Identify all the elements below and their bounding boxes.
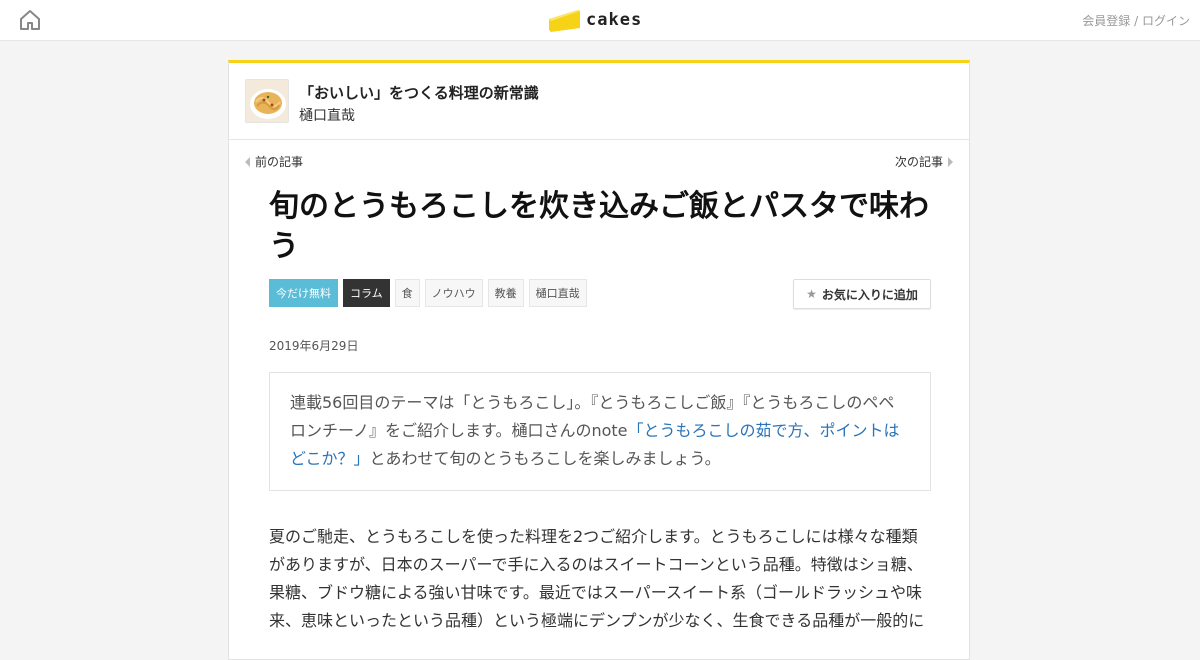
article-card: 「おいしい」をつくる料理の新常識 樋口直哉 前の記事 次の記事 旬のとうもろこし… [228, 60, 970, 660]
lead-box: 連載56回目のテーマは「とうもろこし」。『とうもろこしご飯』『とうもろこしのペペ… [269, 372, 931, 491]
prev-article-link[interactable]: 前の記事 [245, 153, 303, 170]
chevron-right-icon [948, 156, 953, 167]
favorite-label: お気に入りに追加 [821, 287, 918, 302]
tag-list: 今だけ無料 コラム 食 ノウハウ 教養 樋口直哉 [269, 279, 592, 307]
tag-culture[interactable]: 教養 [487, 279, 524, 307]
register-link[interactable]: 会員登録 [1082, 14, 1130, 28]
series-thumbnail[interactable] [245, 79, 289, 123]
publish-date: 2019年6月29日 [269, 339, 359, 353]
auth-separator: / [1130, 14, 1142, 28]
next-article-link[interactable]: 次の記事 [895, 153, 953, 170]
tag-free[interactable]: 今だけ無料 [269, 279, 338, 307]
top-bar: cakes 会員登録 / ログイン [0, 0, 1200, 41]
cake-slice-icon [549, 10, 580, 32]
tag-knowhow[interactable]: ノウハウ [424, 279, 483, 307]
article-title: 旬のとうもろこしを炊き込みご飯とパスタで味わう [269, 189, 929, 264]
tag-author[interactable]: 樋口直哉 [528, 279, 587, 307]
article-body: 夏のご馳走、とうもろこしを使った料理を2つご紹介します。とうもろこしには様々な種… [269, 527, 925, 630]
login-link[interactable]: ログイン [1142, 14, 1190, 28]
add-favorite-button[interactable]: ★ お気に入りに追加 [793, 279, 931, 309]
tag-column[interactable]: コラム [343, 279, 390, 307]
logo-text: cakes [586, 10, 643, 30]
chevron-left-icon [245, 156, 250, 167]
tag-food[interactable]: 食 [394, 279, 420, 307]
prev-label: 前の記事 [255, 155, 304, 169]
star-icon: ★ [806, 287, 817, 301]
lead-text-after: とあわせて旬のとうもろこしを楽しみましょう。 [369, 449, 721, 468]
auth-links: 会員登録 / ログイン [1082, 12, 1190, 29]
cakes-logo[interactable]: cakes [548, 6, 642, 34]
next-label: 次の記事 [894, 155, 943, 169]
home-icon[interactable] [18, 8, 42, 32]
series-author[interactable]: 樋口直哉 [299, 105, 355, 125]
series-title[interactable]: 「おいしい」をつくる料理の新常識 [299, 82, 539, 103]
series-header[interactable]: 「おいしい」をつくる料理の新常識 樋口直哉 [229, 63, 969, 140]
